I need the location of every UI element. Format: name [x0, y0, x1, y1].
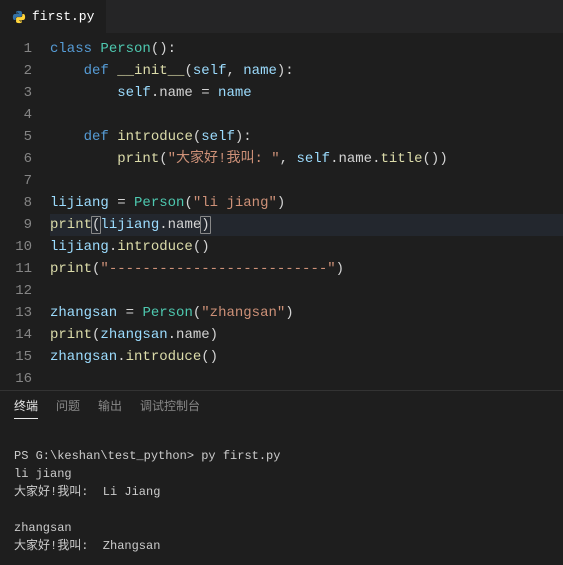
code-line: class Person():	[50, 38, 563, 60]
bottom-panel: 终端 问题 输出 调试控制台 PS G:\keshan\test_python>…	[0, 390, 563, 565]
terminal-line: 大家好!我叫: Li Jiang	[14, 485, 160, 499]
code-line	[50, 170, 563, 192]
code-line: zhangsan = Person("zhangsan")	[50, 302, 563, 324]
editor-tab-bar: first.py	[0, 0, 563, 34]
code-line: self.name = name	[50, 82, 563, 104]
code-line: def introduce(self):	[50, 126, 563, 148]
code-line: print("--------------------------")	[50, 258, 563, 280]
code-content[interactable]: class Person(): def __init__(self, name)…	[50, 38, 563, 390]
tab-label: first.py	[32, 9, 94, 24]
tab-first-py[interactable]: first.py	[0, 0, 107, 33]
code-line-active: print(lijiang.name)	[50, 214, 563, 236]
terminal-line: PS G:\keshan\test_python> py first.py	[14, 449, 280, 463]
line-number-gutter: 1 2 3 4 5 6 7 8 9 10 11 12 13 14 15 16	[0, 38, 50, 390]
terminal-line: zhangsan	[14, 521, 72, 535]
code-line	[50, 104, 563, 126]
code-line	[50, 368, 563, 390]
tab-debug-console[interactable]: 调试控制台	[140, 397, 200, 419]
code-editor[interactable]: 1 2 3 4 5 6 7 8 9 10 11 12 13 14 15 16 c…	[0, 34, 563, 390]
python-file-icon	[12, 10, 26, 24]
tab-output[interactable]: 输出	[98, 397, 122, 419]
code-line: lijiang.introduce()	[50, 236, 563, 258]
terminal-output[interactable]: PS G:\keshan\test_python> py first.py li…	[0, 423, 563, 565]
panel-tab-bar: 终端 问题 输出 调试控制台	[0, 391, 563, 423]
code-line: zhangsan.introduce()	[50, 346, 563, 368]
tab-terminal[interactable]: 终端	[14, 397, 38, 419]
code-line: print("大家好!我叫: ", self.name.title())	[50, 148, 563, 170]
terminal-line: 大家好!我叫: Zhangsan	[14, 539, 160, 553]
tab-problems[interactable]: 问题	[56, 397, 80, 419]
terminal-line: li jiang	[14, 467, 72, 481]
code-line	[50, 280, 563, 302]
code-line: def __init__(self, name):	[50, 60, 563, 82]
code-line: print(zhangsan.name)	[50, 324, 563, 346]
code-line: lijiang = Person("li jiang")	[50, 192, 563, 214]
